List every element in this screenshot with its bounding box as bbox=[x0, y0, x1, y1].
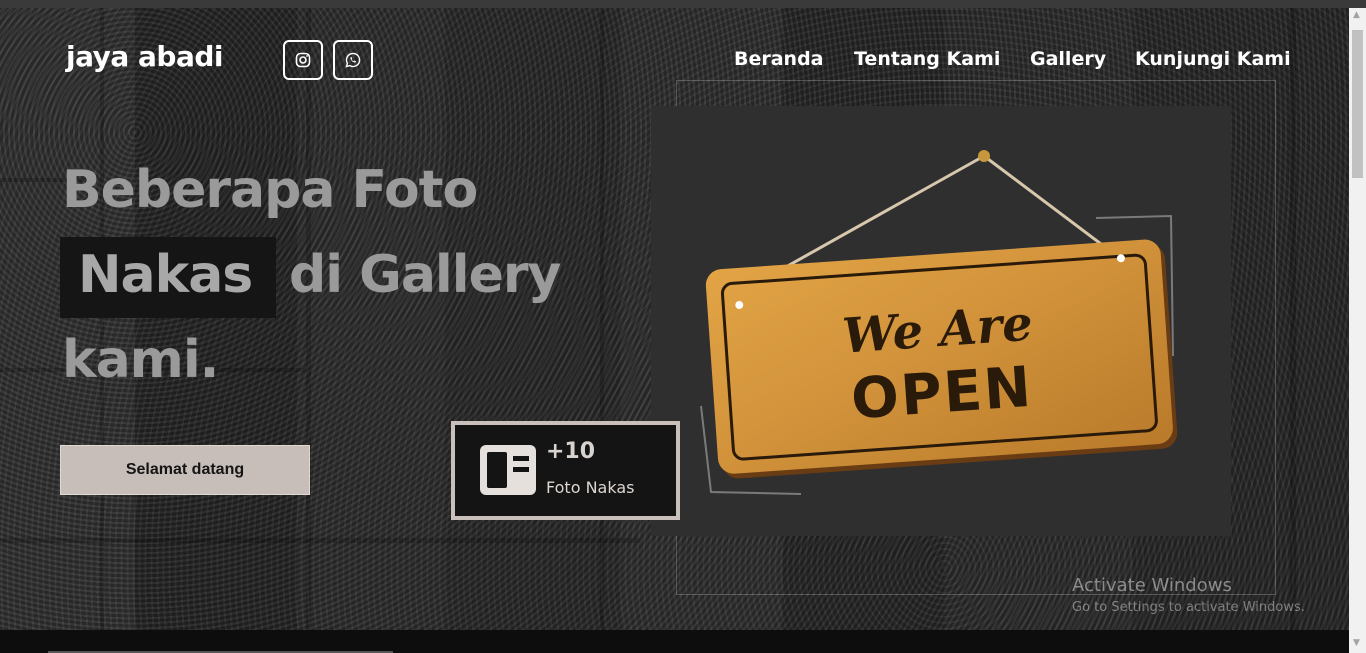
headline-line2: di Gallery bbox=[289, 245, 561, 305]
instagram-button[interactable] bbox=[283, 40, 323, 80]
headline-highlight-word: Nakas bbox=[78, 245, 253, 305]
wood-plank-decoration bbox=[600, 8, 604, 630]
windows-activation-title: Activate Windows bbox=[1072, 575, 1232, 596]
open-sign-illustration: We Are OPEN bbox=[651, 106, 1231, 536]
nav-tentang-kami[interactable]: Tentang Kami bbox=[854, 48, 1000, 70]
layout-icon bbox=[480, 445, 536, 495]
site-logo[interactable]: jaya abadi bbox=[66, 40, 224, 73]
whatsapp-icon bbox=[345, 52, 361, 68]
photo-count-label: Foto Nakas bbox=[546, 478, 635, 497]
browser-top-bar bbox=[0, 0, 1366, 8]
photo-count-card: +10 Foto Nakas bbox=[451, 421, 680, 520]
wood-plank-decoration bbox=[1290, 8, 1296, 630]
nav-gallery[interactable]: Gallery bbox=[1030, 48, 1106, 70]
nav-kunjungi-kami[interactable]: Kunjungi Kami bbox=[1135, 48, 1291, 70]
photo-count-number: +10 bbox=[546, 439, 596, 464]
sign-line2: OPEN bbox=[849, 355, 1035, 433]
nav-beranda[interactable]: Beranda bbox=[734, 48, 824, 70]
scroll-down-arrow-icon[interactable]: ▼ bbox=[1353, 638, 1360, 648]
wood-plank-decoration bbox=[0, 538, 640, 543]
welcome-button[interactable]: Selamat datang bbox=[60, 445, 310, 495]
scroll-up-arrow-icon[interactable]: ▲ bbox=[1353, 10, 1360, 20]
wood-plank-decoration bbox=[306, 8, 311, 630]
scrollbar-thumb[interactable] bbox=[1352, 30, 1363, 178]
headline-line1: Beberapa Foto bbox=[62, 160, 478, 220]
wood-plank-decoration bbox=[100, 8, 104, 630]
next-section-strip bbox=[0, 630, 1349, 653]
headline-line3: kami. bbox=[62, 330, 219, 390]
whatsapp-button[interactable] bbox=[333, 40, 373, 80]
open-sign-image: We Are OPEN bbox=[651, 106, 1231, 536]
page-scrollbar[interactable]: ▲ ▼ bbox=[1349, 8, 1366, 653]
instagram-icon bbox=[295, 52, 311, 68]
windows-activation-subtitle: Go to Settings to activate Windows. bbox=[1072, 600, 1305, 615]
